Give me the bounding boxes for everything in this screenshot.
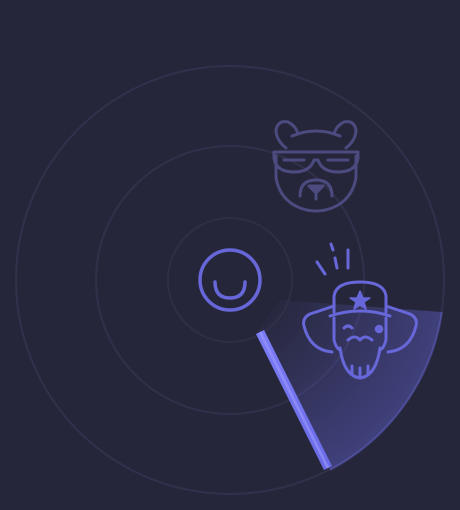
bear-icon[interactable] bbox=[272, 120, 360, 213]
alert-marks bbox=[315, 242, 350, 276]
radar-screen bbox=[0, 0, 460, 510]
radar-canvas bbox=[15, 65, 445, 495]
smile-icon bbox=[198, 248, 262, 312]
